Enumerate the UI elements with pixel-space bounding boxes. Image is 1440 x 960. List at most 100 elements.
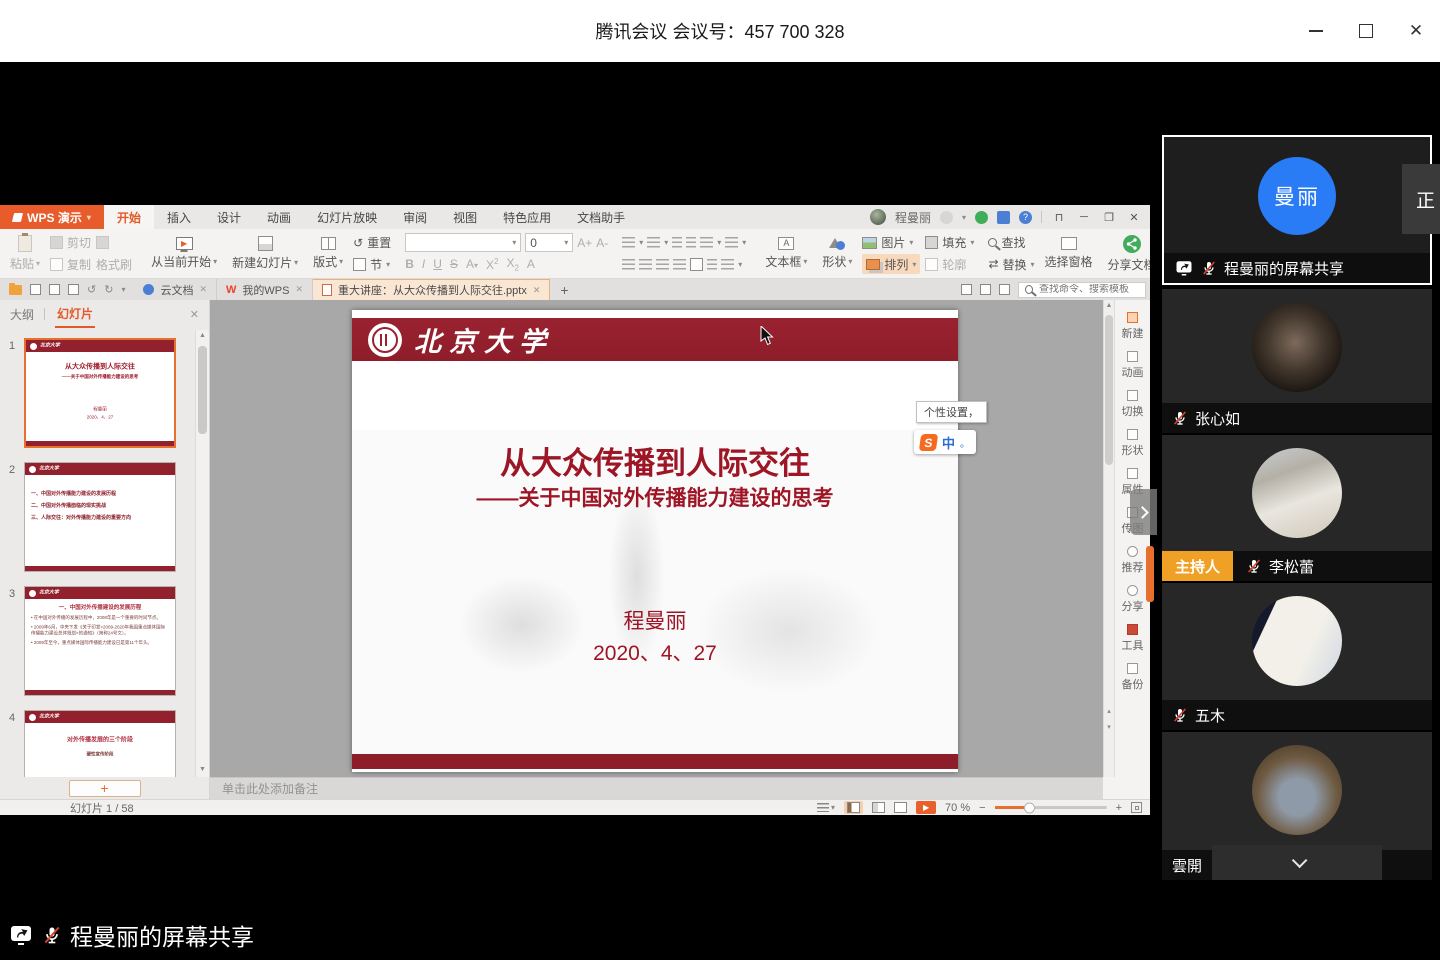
maximize-icon[interactable]	[1356, 21, 1376, 41]
slide-thumbnail-3[interactable]: 3 北京大学 一、中国对外传播建设的发展历程 在中国对外传播的发展历程中，200…	[24, 586, 176, 696]
tab-home[interactable]: 开始	[104, 205, 154, 229]
open-folder-icon[interactable]	[9, 285, 22, 295]
close-icon[interactable]: ✕	[199, 284, 207, 295]
ime-language-toggle[interactable]: 中	[942, 433, 955, 452]
play-slideshow-button[interactable]: ▶	[916, 801, 936, 814]
ime-punctuation-toggle[interactable]: 。	[960, 435, 970, 450]
side-shape-button[interactable]: 形状	[1122, 429, 1144, 458]
wps-close-icon[interactable]: ✕	[1126, 211, 1142, 224]
align-right-icon[interactable]	[656, 259, 669, 270]
redo-icon[interactable]: ↻	[104, 283, 113, 296]
minimize-icon[interactable]	[1306, 21, 1326, 41]
superscript-button[interactable]: X2	[486, 257, 498, 272]
previous-slide-icon[interactable]: ▴	[1104, 707, 1114, 715]
layout-button[interactable]: 版式▾	[308, 231, 348, 276]
align-left-icon[interactable]	[622, 259, 635, 270]
save-icon[interactable]	[30, 284, 41, 295]
undo-icon[interactable]: ↺	[87, 283, 96, 296]
outline-tab[interactable]: 大纲	[10, 306, 34, 323]
command-search-input[interactable]	[1039, 284, 1139, 295]
user-avatar[interactable]	[870, 209, 886, 225]
tabbar-tool-icon[interactable]	[961, 284, 972, 295]
thumbnail-scrollbar[interactable]: ▲ ▼	[195, 330, 209, 777]
slides-tab[interactable]: 幻灯片	[55, 301, 95, 328]
sogou-ime-bar[interactable]: S 中 。	[914, 430, 976, 454]
indent-icon[interactable]	[686, 237, 696, 248]
close-panel-icon[interactable]: ✕	[190, 308, 199, 321]
italic-button[interactable]: I	[422, 257, 425, 271]
tab-view[interactable]: 视图	[440, 205, 490, 229]
notes-bar[interactable]: 单击此处添加备注	[210, 777, 1103, 799]
tab-insert[interactable]: 插入	[154, 205, 204, 229]
reset-button[interactable]: ↺重置	[353, 233, 391, 253]
slide-thumbnail-2[interactable]: 2 北京大学 一、中国对外传播能力建设的发展历程 二、中国对外传播面临的现实挑战…	[24, 462, 176, 572]
participant-tile[interactable]: 五木	[1162, 583, 1432, 730]
outdent-icon[interactable]	[672, 237, 682, 248]
command-search[interactable]	[1018, 282, 1146, 298]
slide-thumbnail-4[interactable]: 4 北京大学 对外传播发展的三个阶段 硬性宣传阶段	[24, 710, 176, 777]
char-shading-button[interactable]: A	[527, 257, 535, 271]
font-color-button[interactable]: A▾	[466, 257, 478, 271]
new-tab-button[interactable]: +	[550, 279, 578, 300]
close-icon[interactable]: ✕	[1406, 21, 1426, 41]
share-doc-button[interactable]: 分享文档	[1103, 231, 1150, 276]
shape-button[interactable]: 形状▾	[817, 231, 857, 276]
replace-button[interactable]: ⇄替换▾	[988, 254, 1034, 274]
reading-view-button[interactable]	[894, 802, 907, 813]
section-button[interactable]: 节▾	[353, 254, 391, 274]
export-icon[interactable]	[49, 284, 60, 295]
align-text-icon[interactable]	[721, 259, 734, 270]
subscript-button[interactable]: X2	[506, 256, 518, 272]
print-icon[interactable]	[68, 284, 79, 295]
scrollbar-thumb[interactable]	[198, 346, 207, 434]
side-backup-button[interactable]: 备份	[1122, 663, 1144, 692]
justify-icon[interactable]	[673, 259, 686, 270]
close-icon[interactable]: ✕	[533, 285, 541, 296]
arrange-button[interactable]: 排列▾	[862, 254, 920, 274]
side-animation-button[interactable]: 动画	[1122, 351, 1144, 380]
bullets-icon[interactable]	[622, 237, 635, 248]
side-recommend-button[interactable]: 推荐	[1122, 546, 1144, 575]
outline-button[interactable]: 轮廓	[925, 254, 974, 274]
side-tools-button[interactable]: 工具	[1122, 624, 1144, 653]
normal-view-button[interactable]	[844, 801, 863, 814]
find-button[interactable]: 查找	[988, 233, 1034, 253]
tab-slideshow[interactable]: 幻灯片放映	[304, 205, 390, 229]
tab-review[interactable]: 审阅	[390, 205, 440, 229]
scroll-up-icon[interactable]: ▲	[196, 332, 209, 339]
copy-button[interactable]: 复制	[50, 254, 91, 274]
chevron-down-icon[interactable]: ▾	[962, 213, 966, 222]
panel-collapse-handle[interactable]	[1130, 489, 1157, 535]
side-transition-button[interactable]: 切换	[1122, 390, 1144, 419]
scroll-up-icon[interactable]: ▲	[1104, 302, 1114, 309]
tab-design[interactable]: 设计	[204, 205, 254, 229]
quick-access-caret-icon[interactable]: ▾	[121, 285, 125, 294]
zoom-out-button[interactable]: −	[979, 802, 985, 814]
docer-icon[interactable]	[975, 211, 988, 224]
slide-canvas-area[interactable]: 北京大学 从大众传播到人际交往 ——关于中国对外传播能力建设的思考 程曼丽 20…	[210, 300, 1103, 777]
play-from-current-button[interactable]: ▶ 从当前开始▾	[146, 231, 222, 276]
tabbar-tool3-icon[interactable]	[999, 284, 1010, 295]
numbering-icon[interactable]	[647, 237, 660, 248]
font-family-select[interactable]: ▾	[405, 233, 521, 252]
doc-tab-mywps[interactable]: W 我的WPS ✕	[217, 279, 313, 300]
tab-doc-assistant[interactable]: 文档助手	[564, 205, 638, 229]
align-center-icon[interactable]	[639, 259, 652, 270]
zoom-slider-knob[interactable]	[1024, 802, 1035, 813]
next-slide-icon[interactable]: ▾	[1104, 723, 1114, 731]
wps-brand-button[interactable]: WPS 演示 ▾	[0, 205, 104, 229]
sogou-logo-icon[interactable]: S	[919, 434, 938, 451]
scrollbar-thumb[interactable]	[1105, 315, 1113, 465]
wps-minimize-icon[interactable]: ─	[1076, 211, 1092, 223]
tab-animation[interactable]: 动画	[254, 205, 304, 229]
shrink-font-button[interactable]: A-	[596, 236, 608, 250]
close-icon[interactable]: ✕	[295, 284, 303, 295]
fit-slide-button[interactable]	[1131, 802, 1142, 813]
cut-button[interactable]: 剪切	[50, 233, 91, 253]
paste-button[interactable]: 粘贴▾	[5, 231, 45, 276]
feedback-icon[interactable]	[997, 211, 1010, 224]
side-new-button[interactable]: 新建	[1122, 312, 1144, 341]
columns-icon[interactable]	[725, 237, 738, 248]
fill-button[interactable]: 填充▾	[925, 233, 974, 253]
doc-tab-cloud[interactable]: 云文档 ✕	[134, 279, 217, 300]
